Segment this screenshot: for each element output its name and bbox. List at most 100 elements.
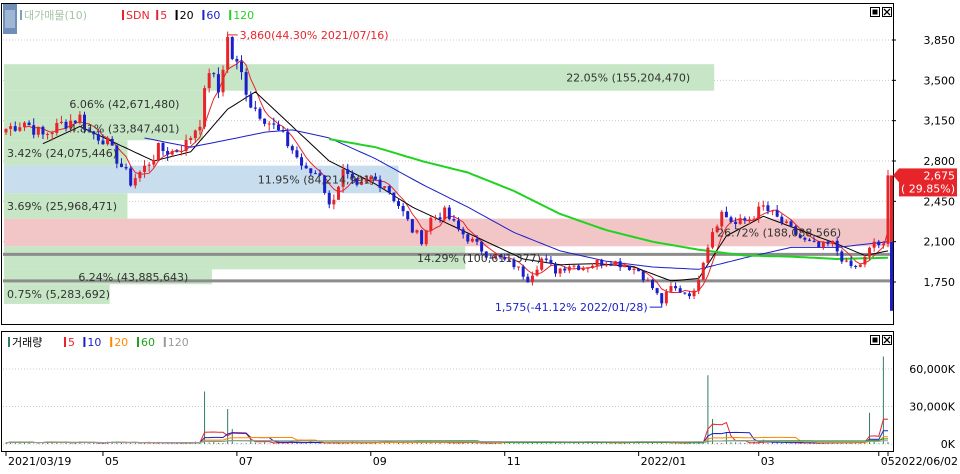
legend-swatch — [8, 337, 10, 347]
candle-body — [156, 142, 160, 160]
candle-body — [821, 241, 825, 248]
candle-body — [475, 238, 479, 242]
candle-body — [332, 199, 336, 205]
candle-body — [443, 207, 447, 220]
legend-item: 120 — [168, 336, 189, 349]
candle-body — [212, 73, 216, 75]
panel-maximize-button[interactable] — [870, 7, 880, 17]
legend-swatch — [202, 10, 205, 20]
candle-body — [392, 192, 396, 202]
candle-body — [420, 230, 424, 245]
candle-body — [683, 292, 687, 294]
candle-body — [161, 142, 165, 151]
candle-body — [240, 61, 244, 73]
candle-body — [216, 74, 220, 93]
price-legend: 대가매물(10) SDN 5 20 60 120 — [20, 9, 254, 22]
legend-item: 거래량 — [12, 336, 42, 349]
price-tick-label: 2,800 — [924, 155, 956, 168]
price-tick-label: 3,150 — [924, 115, 956, 128]
volume-tick-label: 0K — [941, 438, 956, 451]
volume-panel-close-button[interactable] — [882, 335, 892, 345]
candle-body — [881, 243, 885, 246]
candle-body — [101, 140, 105, 145]
candle-body — [637, 268, 641, 272]
candle-body — [175, 151, 179, 153]
price-tick-label: 2,450 — [924, 195, 956, 208]
candle-body — [263, 118, 267, 124]
candle-body — [641, 271, 645, 281]
price-tick-label: 2,100 — [924, 236, 956, 249]
panel-menu-icon[interactable] — [3, 4, 17, 34]
candle-body — [581, 268, 585, 271]
candle-body — [567, 266, 571, 271]
date-tick-label: 03 — [761, 455, 775, 468]
candle-body — [826, 241, 830, 244]
candle-body — [327, 192, 331, 205]
volume-tick-label: 60,000K — [909, 363, 955, 376]
legend-swatch — [64, 337, 66, 347]
legend-item: 5 — [68, 336, 75, 349]
legend-swatch — [110, 337, 113, 347]
candle-body — [692, 290, 696, 297]
candle-body — [517, 266, 521, 268]
candle-body — [406, 211, 410, 220]
supply-zone-label: 6.06% (42,671,480) — [69, 98, 179, 111]
candle-body — [669, 286, 673, 292]
last-price-value: 2,675 — [924, 169, 956, 182]
candle-body — [249, 94, 253, 108]
legend-item: 5 — [160, 9, 167, 22]
candle-body — [530, 275, 534, 283]
candle-body — [304, 165, 308, 169]
candle-body — [290, 146, 294, 151]
supply-zone-label: 4.81% (33,847,401) — [69, 123, 179, 136]
candle-body — [397, 201, 401, 206]
low-annotation-label: 1,575(-41.12% 2022/01/28) — [495, 301, 648, 314]
candle-body — [775, 210, 779, 217]
legend-item: 대가매물(10) — [24, 9, 87, 22]
supply-zone-label: 14.29% (100,611,377) — [417, 252, 541, 265]
candle-body — [738, 218, 742, 224]
candle-body — [840, 251, 844, 262]
supply-zone-label: 26.72% (188,088,566) — [717, 226, 841, 239]
candle-body — [272, 123, 276, 125]
candle-body — [572, 265, 576, 267]
candle-body — [831, 240, 835, 244]
candle-body — [558, 268, 562, 274]
high-annotation-label: 3,860(44.30% 2021/07/16) — [240, 29, 389, 42]
supply-zone-label: 3.69% (25,968,471) — [7, 200, 117, 213]
candle-body — [526, 276, 530, 283]
legend-swatch — [20, 10, 22, 20]
candle-body — [18, 127, 22, 131]
candle-body — [706, 247, 710, 263]
candle-body — [447, 207, 451, 220]
candle-body — [401, 205, 405, 212]
candle-body — [336, 186, 340, 200]
candle-body — [466, 234, 470, 242]
candle-body — [387, 186, 391, 193]
candle-body — [119, 163, 123, 168]
candle-body — [235, 58, 239, 62]
candle-body — [849, 260, 853, 266]
candle-body — [586, 267, 590, 269]
supply-zone-label: 11.95% (84,214,991) — [258, 173, 375, 186]
candle-body — [179, 151, 183, 153]
candle-body — [461, 229, 465, 235]
legend-item: 60 — [206, 9, 220, 22]
legend-swatch — [229, 10, 232, 20]
candle-body — [747, 219, 751, 221]
candle-body — [276, 124, 280, 131]
price-axis: 3,850 3,500 3,150 2,800 2,450 2,100 1,750 — [892, 34, 955, 289]
candle-body — [193, 130, 197, 139]
volume-panel-maximize-button[interactable] — [870, 335, 880, 345]
candle-body — [627, 265, 631, 271]
candle-body — [535, 269, 539, 276]
candle-body — [106, 138, 110, 145]
range-marker-up — [890, 175, 893, 242]
candle-body — [253, 107, 257, 109]
candle-body — [886, 175, 890, 244]
candle-body — [267, 123, 271, 125]
legend-swatch — [156, 10, 159, 20]
candle-body — [780, 216, 784, 223]
panel-close-button[interactable] — [882, 7, 892, 17]
last-price-change: ( 29.85%) — [901, 182, 955, 195]
